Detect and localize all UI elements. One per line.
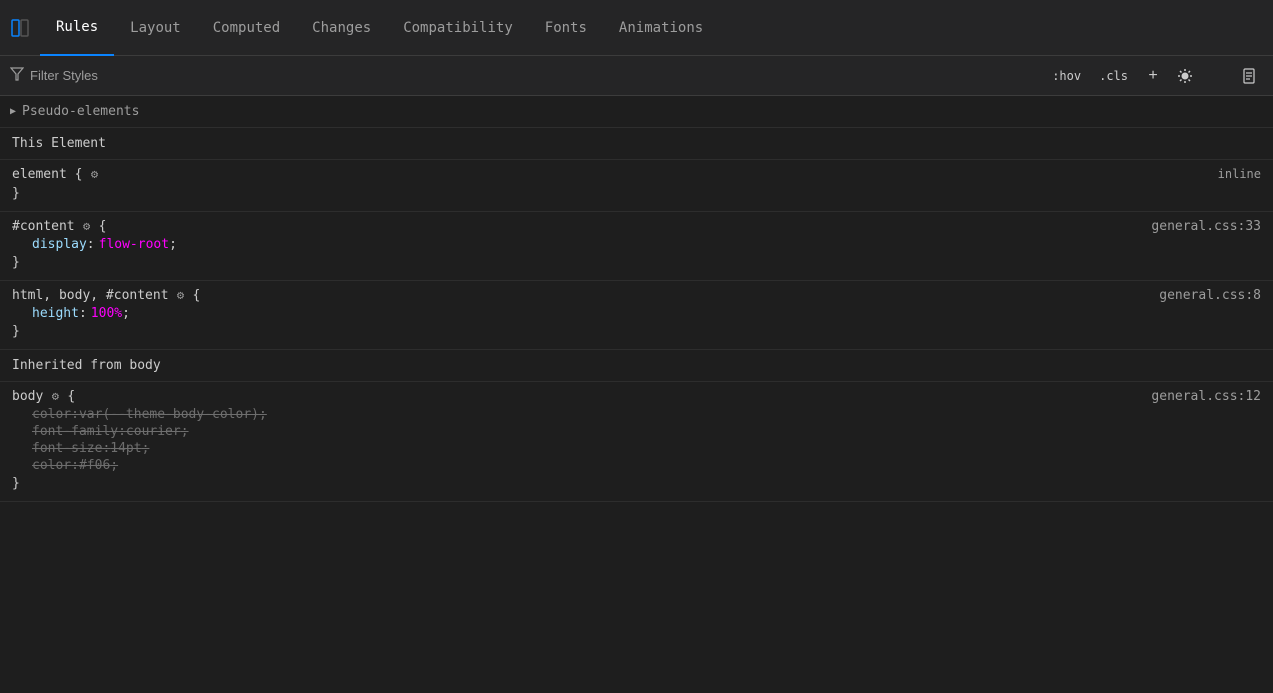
css-property-display: display : flow-root ; (12, 236, 1261, 253)
tab-fonts[interactable]: Fonts (529, 0, 603, 56)
rule-selector-html-body: html, body, #content ⚙ { (12, 287, 200, 303)
main-content: ▶ Pseudo-elements This Element element {… (0, 96, 1273, 693)
tab-layout[interactable]: Layout (114, 0, 197, 56)
prop-name-color-1: color (32, 407, 71, 422)
prop-name-height: height (32, 306, 79, 321)
source-link-content[interactable]: general.css:33 (1151, 219, 1261, 234)
gear-icon-body[interactable]: ⚙ (47, 388, 63, 404)
curly-close: } (12, 184, 1261, 203)
rule-header-body: body ⚙ { general.css:12 (12, 388, 1261, 406)
prop-value-font-family: courier (126, 424, 181, 439)
source-link-html-body[interactable]: general.css:8 (1159, 288, 1261, 303)
rule-selector-body: body ⚙ { (12, 388, 75, 404)
tab-bar: Rules Layout Computed Changes Compatibil… (0, 0, 1273, 56)
light-theme-button[interactable] (1171, 62, 1199, 90)
css-rule-html-body: html, body, #content ⚙ { general.css:8 h… (0, 281, 1273, 350)
css-property-height: height : 100% ; (12, 305, 1261, 322)
add-rule-button[interactable]: + (1139, 62, 1167, 90)
prop-value-flow-root: flow-root (99, 237, 169, 252)
css-rule-element-inline: element { ⚙ inline } (0, 160, 1273, 212)
tab-animations[interactable]: Animations (603, 0, 719, 56)
tab-changes[interactable]: Changes (296, 0, 387, 56)
inherited-from-body-label: Inherited from body (0, 350, 1273, 382)
curly-close-body: } (12, 474, 1261, 493)
tab-compatibility[interactable]: Compatibility (387, 0, 529, 56)
prop-name-font-size: font-size (32, 441, 102, 456)
prop-name-font-family: font-family (32, 424, 118, 439)
filter-icon (10, 67, 24, 85)
dark-theme-button[interactable] (1203, 62, 1231, 90)
filter-styles-input[interactable] (30, 68, 1045, 83)
prop-value-color-var: var(--theme-body-color) (79, 407, 259, 422)
rule-header-content: #content ⚙ { general.css:33 (12, 218, 1261, 236)
pseudo-elements-header[interactable]: ▶ Pseudo-elements (0, 96, 1273, 128)
this-element-label: This Element (0, 128, 1273, 160)
toolbar: :hov .cls + (0, 56, 1273, 96)
curly-close-html-body: } (12, 322, 1261, 341)
prop-name-color-2: color (32, 458, 71, 473)
prop-value-color-f06: #f06 (79, 458, 110, 473)
css-rule-body: body ⚙ { general.css:12 color : var(--th… (0, 382, 1273, 502)
css-property-color-f06: color : #f06 ; (12, 457, 1261, 474)
gear-icon-html-body[interactable]: ⚙ (173, 287, 189, 303)
pseudo-elements-label: Pseudo-elements (22, 104, 139, 119)
toolbar-buttons: :hov .cls + (1045, 62, 1263, 90)
rule-selector-content: #content ⚙ { (12, 218, 106, 234)
css-property-font-size: font-size : 14pt ; (12, 440, 1261, 457)
prop-value-100: 100% (91, 306, 122, 321)
tab-computed[interactable]: Computed (197, 0, 296, 56)
source-inline: inline (1218, 167, 1261, 181)
print-styles-button[interactable] (1235, 62, 1263, 90)
cls-button[interactable]: .cls (1092, 66, 1135, 86)
prop-name-display: display (32, 237, 87, 252)
source-link-body[interactable]: general.css:12 (1151, 389, 1261, 404)
css-rule-content: #content ⚙ { general.css:33 display : fl… (0, 212, 1273, 281)
gear-icon[interactable]: ⚙ (86, 166, 102, 182)
css-property-color-var: color : var(--theme-body-color) ; (12, 406, 1261, 423)
sidebar-toggle-button[interactable] (4, 12, 36, 44)
gear-icon-content[interactable]: ⚙ (79, 218, 95, 234)
hov-button[interactable]: :hov (1045, 66, 1088, 86)
curly-close-content: } (12, 253, 1261, 272)
prop-value-font-size: 14pt (110, 441, 141, 456)
css-property-font-family: font-family : courier ; (12, 423, 1261, 440)
pseudo-elements-arrow: ▶ (10, 106, 16, 117)
rule-header: element { ⚙ inline (12, 166, 1261, 184)
rule-header-html-body: html, body, #content ⚙ { general.css:8 (12, 287, 1261, 305)
tab-rules[interactable]: Rules (40, 0, 114, 56)
rule-selector: element { ⚙ (12, 166, 102, 182)
